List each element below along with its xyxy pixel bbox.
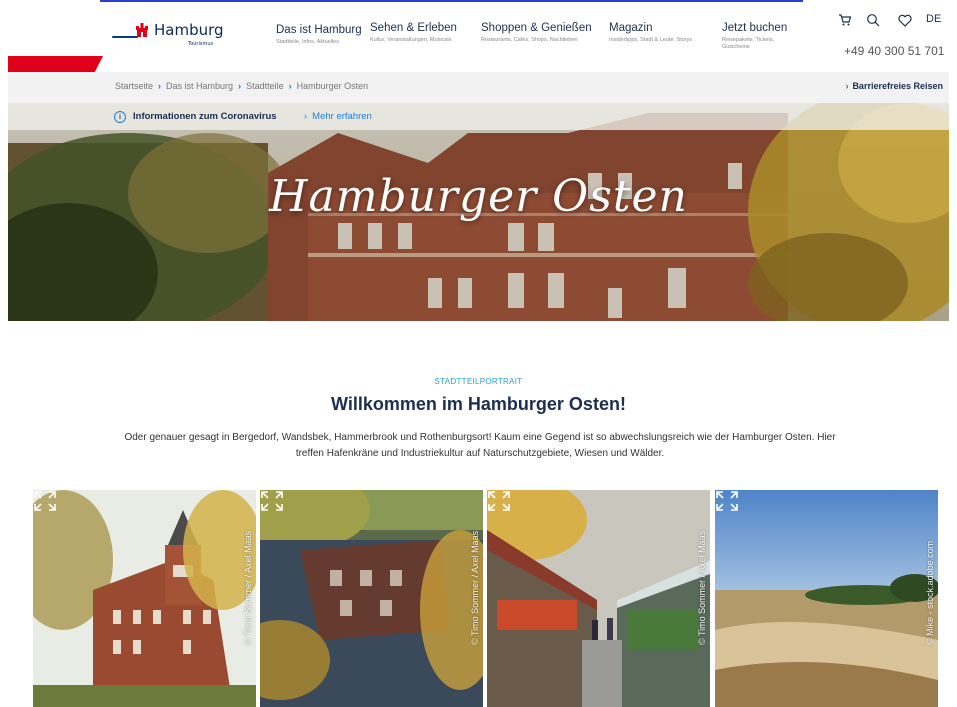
nav-title: Das ist Hamburg [276, 24, 362, 36]
nav-subtitle: Insidertipps, Stadt & Leute, Storys [609, 37, 693, 43]
image-gallery: © Timo Sommer / Axel Maas © Timo Sommer … [33, 490, 938, 707]
corona-more-label: Mehr erfahren [312, 111, 372, 122]
gallery-image-canal-reflection [260, 490, 483, 707]
heart-icon[interactable] [898, 14, 912, 27]
nav-title: Sehen & Erleben [370, 22, 457, 34]
language-switch[interactable]: DE [926, 13, 941, 25]
nav-sehen-erleben[interactable]: Sehen & Erleben Kultur, Veranstaltungen,… [370, 22, 465, 44]
breadcrumb-separator-icon: › [238, 81, 242, 91]
breadcrumb-startseite[interactable]: Startseite [115, 81, 153, 91]
intro-text: Oder genauer gesagt in Bergedorf, Wandsb… [124, 432, 836, 459]
accessible-travel-link[interactable]: › Barrierefreies Reisen [845, 81, 943, 91]
chevron-right-icon: › [845, 81, 849, 91]
gallery-image-heath [715, 490, 938, 707]
breadcrumb-current: Hamburger Osten [296, 81, 369, 91]
search-icon[interactable] [866, 13, 880, 27]
nav-title: Magazin [609, 22, 653, 34]
expand-icon[interactable] [260, 490, 284, 512]
nav-das-ist-hamburg[interactable]: Das ist Hamburg Stadtteile, Infos, Aktue… [276, 24, 366, 46]
photo-credit: © Timo Sommer / Axel Maas [470, 530, 480, 645]
nav-shoppen-geniessen[interactable]: Shoppen & Genießen Restaurants, Cafés, S… [481, 22, 592, 44]
gallery-tile-2[interactable]: © Timo Sommer / Axel Maas [260, 490, 483, 707]
photo-credit: © Timo Sommer / Axel Maas [243, 530, 253, 645]
expand-icon[interactable] [715, 490, 739, 512]
phone-number[interactable]: +49 40 300 51 701 [844, 44, 944, 58]
nav-magazin[interactable]: Magazin Insidertipps, Stadt & Leute, Sto… [609, 22, 709, 44]
corona-info-bar: i Informationen zum Coronavirus › Mehr er… [8, 103, 949, 130]
expand-icon[interactable] [487, 490, 511, 512]
photo-credit: © Timo Sommer / Axel Maas [697, 530, 707, 645]
top-link-underline [100, 0, 803, 2]
logo-subline: Tourismus [188, 41, 214, 47]
photo-credit: © Mike - stock.adobe.com [925, 540, 935, 645]
logo-wordmark: Hamburg [154, 21, 224, 39]
section-kicker: STADTTEILPORTRAIT [434, 377, 523, 386]
hero-title: Hamburger Osten [269, 171, 688, 222]
nav-title: Shoppen & Genießen [481, 22, 592, 34]
corona-more-link[interactable]: › Mehr erfahren [304, 111, 372, 122]
gallery-tile-3[interactable]: © Timo Sommer / Axel Maas [487, 490, 710, 707]
breadcrumb-stadtteile[interactable]: Stadtteile [246, 81, 284, 91]
expand-icon[interactable] [33, 490, 57, 512]
hero-banner: i Informationen zum Coronavirus › Mehr er… [8, 103, 949, 321]
castle-icon [136, 23, 148, 37]
corona-label[interactable]: Informationen zum Coronavirus [133, 111, 277, 122]
chevron-right-icon: › [304, 111, 308, 122]
breadcrumb-das-ist-hamburg[interactable]: Das ist Hamburg [166, 81, 233, 91]
nav-subtitle: Stadtteile, Infos, Aktuelles [276, 39, 339, 45]
breadcrumb-separator-icon: › [288, 81, 292, 91]
nav-title: Jetzt buchen [722, 22, 788, 34]
intro-title: Willkommen im Hamburger Osten! [331, 394, 626, 414]
gallery-image-market [487, 490, 710, 707]
site-header: Hamburg Tourismus Das ist Hamburg Stadtt… [0, 4, 957, 66]
cart-icon[interactable] [838, 13, 852, 27]
breadcrumb-separator-icon: › [158, 81, 162, 91]
gallery-tile-4[interactable]: © Mike - stock.adobe.com [715, 490, 938, 707]
info-icon: i [114, 111, 126, 123]
breadcrumb-bar: Startseite › Das ist Hamburg › Stadtteile › Ha… [8, 72, 949, 103]
nav-subtitle: Kultur, Veranstaltungen, Musicals [370, 37, 452, 43]
nav-subtitle: Reisepakete, Tickets, Gutscheine [722, 37, 775, 50]
breadcrumb: Startseite › Das ist Hamburg › Stadtteile › Ha… [115, 81, 368, 91]
accessible-travel-label: Barrierefreies Reisen [852, 81, 943, 91]
nav-subtitle: Restaurants, Cafés, Shops, Nachtleben [481, 37, 578, 43]
gallery-tile-1[interactable]: © Timo Sommer / Axel Maas [33, 490, 256, 707]
nav-jetzt-buchen[interactable]: Jetzt buchen Reisepakete, Tickets, Gutsc… [722, 22, 802, 51]
gallery-image-brick-school [33, 490, 256, 707]
hamburg-logo[interactable]: Hamburg Tourismus [112, 20, 232, 52]
